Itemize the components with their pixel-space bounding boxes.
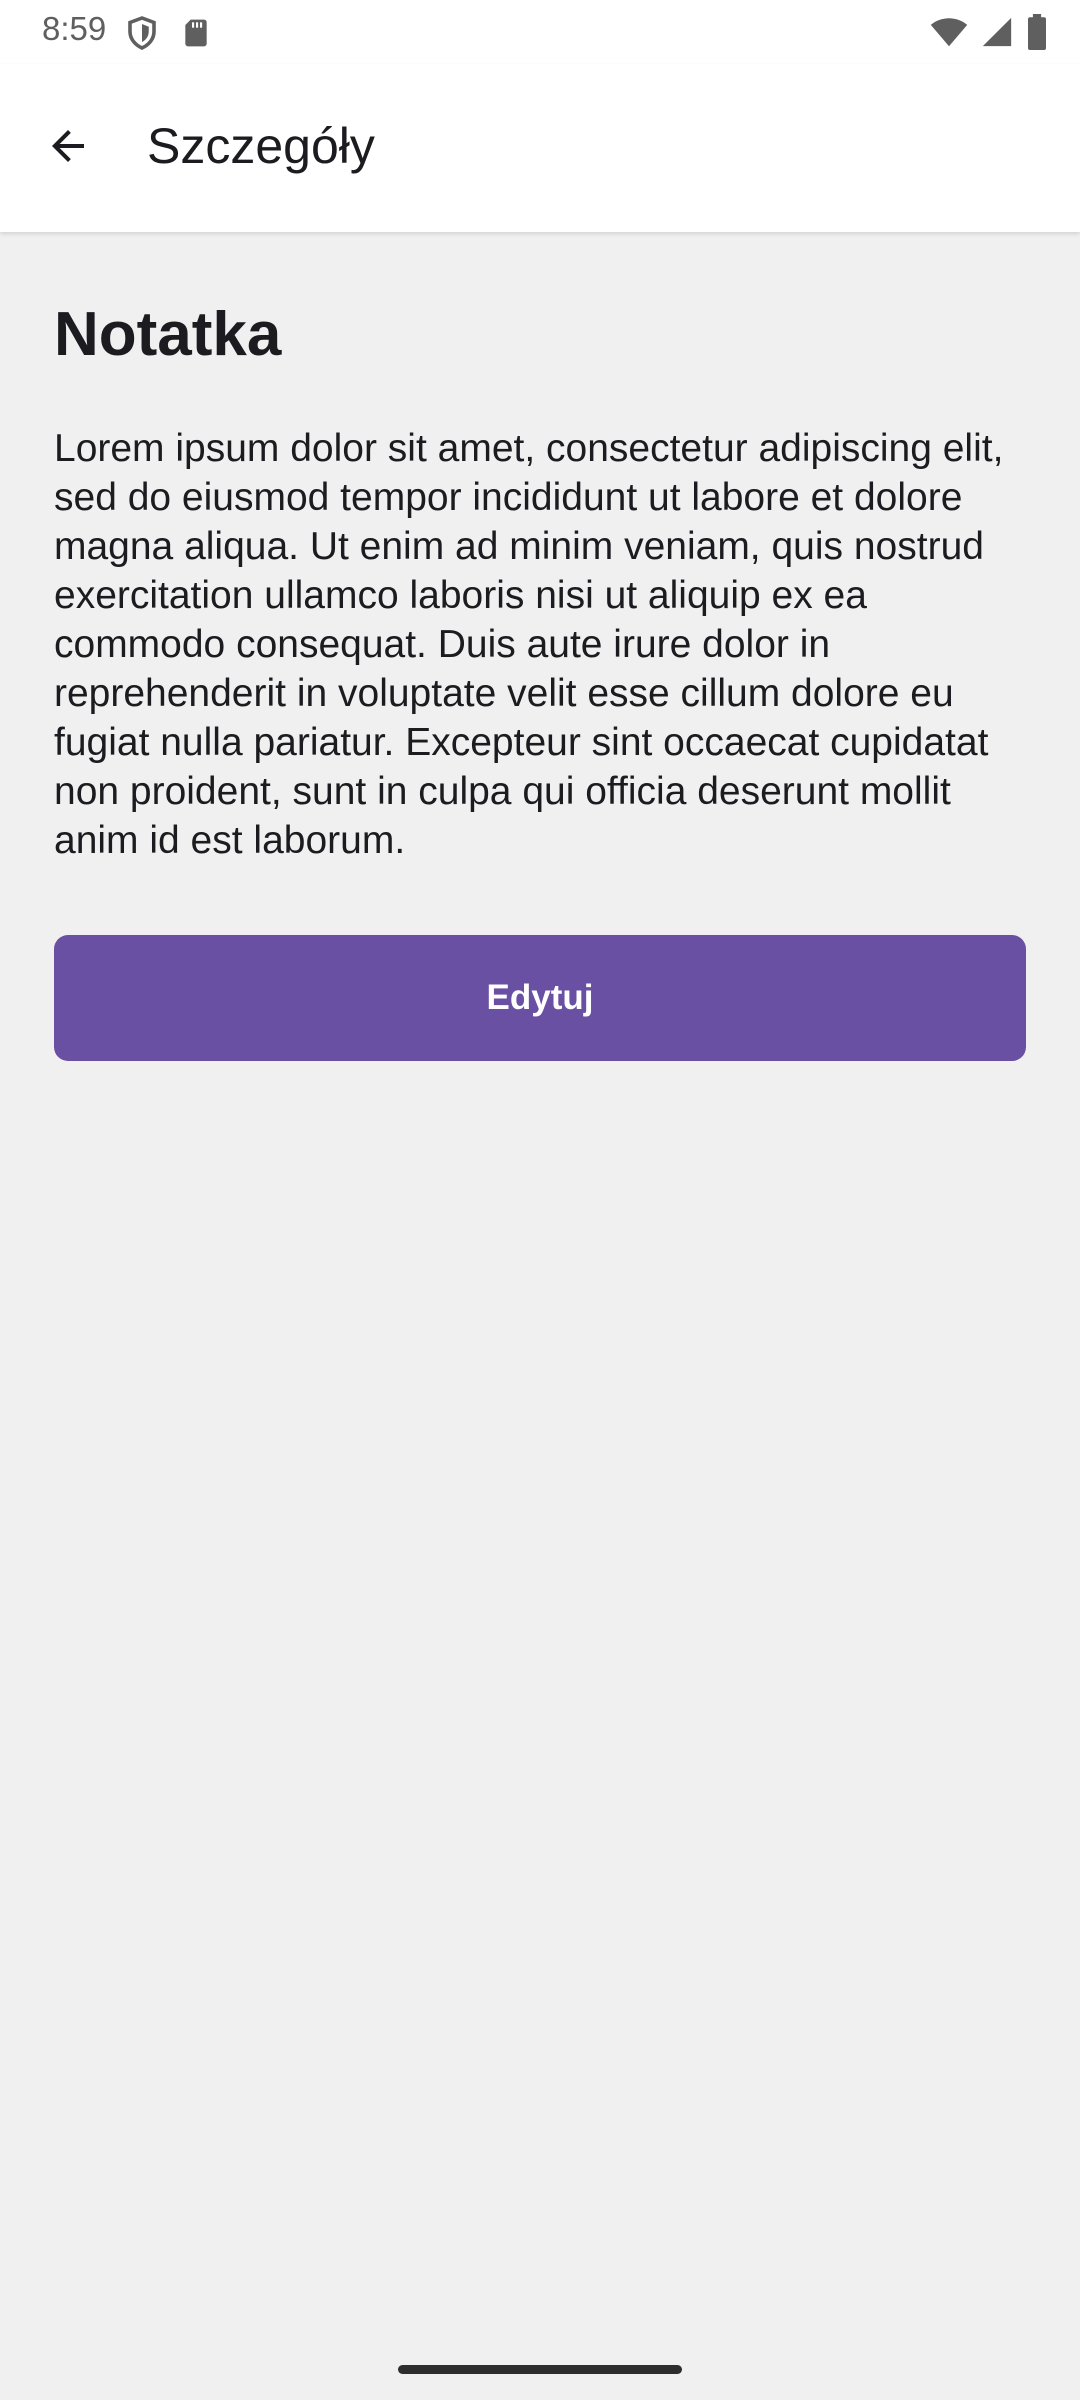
gesture-navigation-bar[interactable] bbox=[398, 2365, 682, 2374]
edit-button[interactable]: Edytuj bbox=[54, 935, 1026, 1061]
wifi-icon bbox=[930, 15, 968, 54]
battery-icon bbox=[1026, 14, 1048, 55]
page-title: Szczegóły bbox=[147, 118, 375, 174]
sd-card-icon bbox=[180, 15, 212, 56]
status-time: 8:59 bbox=[42, 10, 107, 47]
status-bar: 8:59 bbox=[0, 0, 1080, 64]
status-right-icons bbox=[930, 14, 1048, 55]
note-body: Lorem ipsum dolor sit amet, consectetur … bbox=[54, 427, 1004, 862]
arrow-back-icon bbox=[44, 122, 92, 175]
note-title: Notatka bbox=[54, 300, 282, 369]
status-left-icons bbox=[124, 14, 212, 57]
cell-signal-icon bbox=[980, 15, 1014, 54]
back-button[interactable] bbox=[28, 108, 108, 188]
note-details: Notatka Lorem ipsum dolor sit amet, cons… bbox=[54, 232, 1026, 1061]
shield-icon bbox=[124, 14, 160, 57]
top-app-bar: Szczegóły bbox=[0, 64, 1080, 232]
